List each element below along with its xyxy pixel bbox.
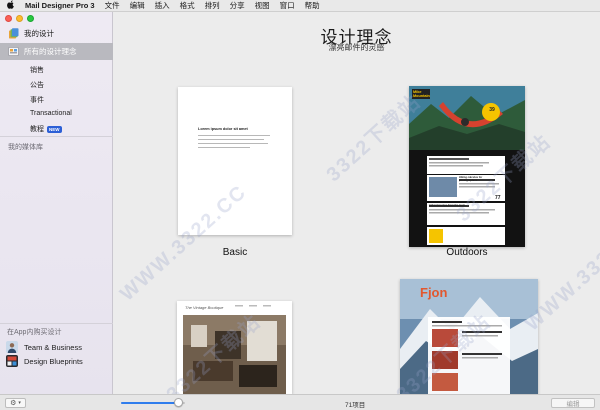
sidebar-item-media-library[interactable]: 我的媒体库 — [8, 142, 43, 152]
iap-item-label: Team & Business — [24, 342, 82, 352]
text-line — [198, 135, 270, 137]
new-badge: NEW — [47, 125, 62, 133]
sidebar-item-label: 所有的设计理念 — [24, 47, 77, 56]
edit-button[interactable]: 编辑 — [551, 398, 595, 408]
zoom-slider-knob[interactable] — [174, 398, 184, 407]
text-line — [198, 139, 264, 141]
sidebar-item-announcements[interactable]: 公告 — [30, 80, 44, 90]
iap-item-design-blueprints[interactable]: Design Blueprints — [6, 355, 83, 367]
outdoors-logo: Mike Mountain — [413, 90, 430, 98]
team-business-icon — [6, 341, 18, 353]
zoom-slider-fill — [121, 402, 179, 404]
vintage-preview-art — [183, 305, 286, 394]
fjon-brand: Fjon — [420, 285, 448, 300]
sidebar-divider — [0, 136, 113, 137]
apple-icon[interactable] — [7, 0, 17, 11]
text-line — [198, 143, 268, 145]
menu-format[interactable]: 格式 — [180, 0, 195, 11]
zoom-window-button[interactable] — [27, 15, 34, 22]
gear-icon: ⚙ — [10, 400, 17, 407]
iap-item-team-business[interactable]: Team & Business — [6, 341, 82, 353]
menu-file[interactable]: 文件 — [105, 0, 120, 11]
page-subtitle: 漂亮邮件的灵感 — [328, 43, 385, 52]
menu-share[interactable]: 分享 — [230, 0, 245, 11]
basic-preview-heading: Lorem ipsum dolor sit amet — [198, 127, 248, 131]
item-count: 71项目 — [345, 402, 366, 409]
outdoors-heading-1: Hiking calculus for photographers — [459, 176, 483, 182]
template-label-basic[interactable]: Basic — [178, 247, 292, 258]
designs-stack-icon — [8, 28, 19, 39]
menu-help[interactable]: 帮助 — [305, 0, 320, 11]
template-gallery: 设计理念 漂亮邮件的灵感 Lorem ipsum dolor sit amet … — [113, 12, 600, 394]
status-bar: ⚙ ▾ 71项目 编辑 — [0, 394, 600, 410]
sidebar: 我的设计 所有的设计理念 销售 公告 事件 Transactional 教程 NE… — [0, 12, 113, 394]
outdoors-heading-2: Adventure tips from the team — [429, 204, 466, 207]
sidebar-item-transactional[interactable]: Transactional — [30, 110, 72, 117]
menu-bar: Mail Designer Pro 3 文件 编辑 插入 格式 排列 分享 视图… — [0, 0, 600, 12]
sidebar-item-all-ideas[interactable]: 所有的设计理念 — [0, 43, 113, 60]
sidebar-divider — [0, 323, 113, 324]
window-controls — [5, 15, 34, 22]
sidebar-item-events[interactable]: 事件 — [30, 95, 44, 105]
sidebar-item-my-designs[interactable]: 我的设计 — [0, 25, 113, 42]
iap-section-title: 在App内购买设计 — [7, 329, 62, 336]
sidebar-item-label: 我的设计 — [24, 29, 54, 38]
sidebar-item-label: 教程 — [30, 126, 44, 133]
template-label-outdoors[interactable]: Outdoors — [409, 247, 525, 258]
outdoors-price-2: 77 — [495, 195, 501, 201]
app-menu[interactable]: Mail Designer Pro 3 — [25, 1, 95, 10]
design-blueprints-icon — [6, 355, 18, 367]
close-window-button[interactable] — [5, 15, 12, 22]
outdoors-preview-art — [409, 86, 525, 247]
chevron-down-icon: ▾ — [18, 400, 21, 406]
settings-menu-button[interactable]: ⚙ ▾ — [5, 398, 26, 408]
ideas-folder-icon — [8, 46, 19, 57]
menu-arrange[interactable]: 排列 — [205, 0, 220, 11]
minimize-window-button[interactable] — [16, 15, 23, 22]
iap-item-label: Design Blueprints — [24, 356, 83, 366]
template-card-outdoors[interactable]: Mike Mountain 39 77 Hiking calculus for … — [409, 86, 525, 247]
outdoors-price-1: 39 — [489, 107, 495, 113]
menu-view[interactable]: 视图 — [255, 0, 270, 11]
template-card-fjon[interactable]: Fjon — [400, 279, 538, 394]
template-card-basic[interactable]: Lorem ipsum dolor sit amet — [178, 87, 292, 235]
text-line — [198, 147, 250, 149]
template-card-vintage[interactable]: The Vintage Boutique — [177, 301, 292, 394]
menu-edit[interactable]: 编辑 — [130, 0, 145, 11]
sidebar-item-sales[interactable]: 销售 — [30, 65, 44, 75]
menu-insert[interactable]: 插入 — [155, 0, 170, 11]
menu-window[interactable]: 窗口 — [280, 0, 295, 11]
sidebar-item-tutorials[interactable]: 教程 NEW — [30, 124, 62, 134]
